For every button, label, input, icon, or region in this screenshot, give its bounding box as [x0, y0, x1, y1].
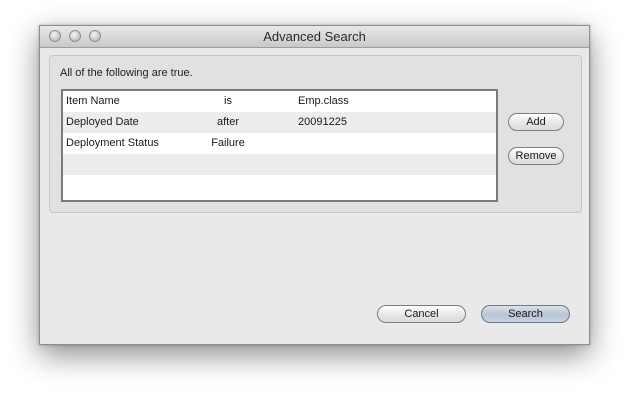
criteria-operator: Failure — [211, 137, 245, 149]
criteria-row[interactable] — [63, 175, 496, 196]
criteria-field: Deployment Status — [66, 137, 159, 149]
search-button[interactable]: Search — [481, 305, 570, 323]
criteria-row[interactable] — [63, 154, 496, 175]
remove-button[interactable]: Remove — [508, 147, 564, 165]
cancel-button[interactable]: Cancel — [377, 305, 466, 323]
criteria-heading: All of the following are true. — [60, 67, 193, 79]
criteria-row[interactable]: Item Name is Emp.class — [63, 91, 496, 112]
window-title: Advanced Search — [263, 29, 366, 44]
criteria-field: Item Name — [66, 95, 120, 107]
criteria-value: Emp.class — [298, 95, 349, 107]
criteria-operator: after — [216, 116, 239, 128]
advanced-search-window: Advanced Search All of the following are… — [39, 25, 590, 345]
criteria-list[interactable]: Item Name is Emp.class Deployed Date aft… — [61, 89, 498, 202]
title-bar: Advanced Search — [40, 26, 589, 48]
criteria-operator: is — [224, 95, 232, 107]
criteria-row[interactable]: Deployment Status Failure — [63, 133, 496, 154]
criteria-row[interactable]: Deployed Date after 20091225 — [63, 112, 496, 133]
criteria-value: 20091225 — [298, 116, 347, 128]
add-button[interactable]: Add — [508, 113, 564, 131]
criteria-group: All of the following are true. Item Name… — [49, 55, 582, 213]
criteria-field: Deployed Date — [66, 116, 139, 128]
